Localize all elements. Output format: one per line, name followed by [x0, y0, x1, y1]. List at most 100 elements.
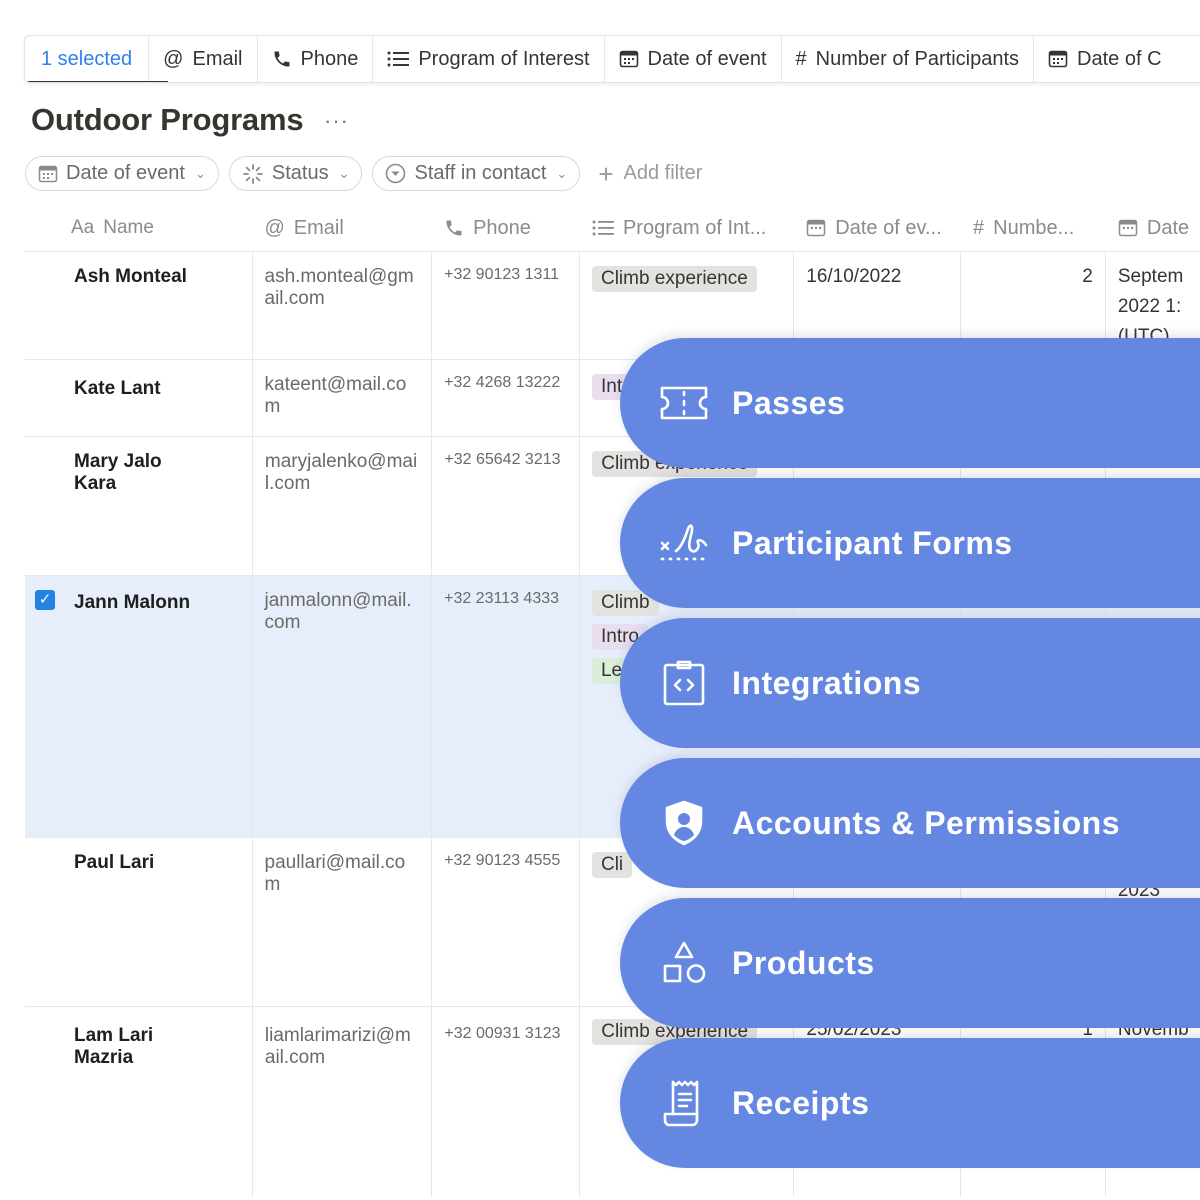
add-filter-button[interactable]: + Add filter: [598, 158, 703, 189]
chevron-down-icon: ⌄: [194, 165, 206, 181]
name-cell[interactable]: Lam Lari Mazria: [25, 1007, 253, 1197]
hash-icon: #: [795, 47, 807, 70]
column-header-email-label: Email: [293, 216, 344, 239]
staff-filter-label: Staff in contact: [414, 162, 547, 184]
feature-accounts-permissions-label: Accounts & Permissions: [732, 804, 1120, 841]
column-header-program[interactable]: Program of Int...: [580, 205, 794, 251]
column-header-phone[interactable]: Phone: [432, 205, 580, 251]
email-cell[interactable]: paullari@mail.com: [253, 838, 433, 1006]
toolbar-phone-label: Phone: [300, 47, 359, 70]
hash-icon: #: [973, 216, 985, 239]
toolbar-email-label: Email: [192, 47, 243, 70]
email-cell[interactable]: maryjalenko@mail.com: [253, 437, 433, 575]
phone-cell[interactable]: +32 90123 1311: [432, 252, 580, 359]
feature-integrations-label: Integrations: [732, 664, 922, 701]
ticket-icon: [654, 373, 714, 433]
receipt-icon: [654, 1073, 714, 1133]
phone-cell[interactable]: +32 00931 3123: [432, 1007, 581, 1197]
toolbar-program-label: Program of Interest: [418, 47, 590, 70]
column-header-email[interactable]: @ Email: [252, 205, 432, 251]
text-type-icon: Aa: [71, 217, 95, 238]
column-header-date[interactable]: Date of ev...: [794, 205, 961, 251]
toolbar-program-button[interactable]: Program of Interest: [373, 36, 605, 82]
date-filter-label: Date of event: [66, 162, 185, 184]
toolbar-phone-button[interactable]: Phone: [258, 36, 374, 82]
person-circle-icon: [386, 163, 406, 184]
toolbar-date-of-c-label: Date of C: [1077, 47, 1162, 70]
phone-icon: [272, 49, 292, 69]
column-header-name[interactable]: Aa Name: [25, 205, 252, 251]
name-cell[interactable]: Kate Lant: [25, 360, 253, 436]
name-cell-text: Jann Malonn: [74, 592, 191, 613]
feature-participant-forms-button[interactable]: Participant Forms: [620, 478, 1200, 608]
calendar-icon: [1048, 49, 1068, 69]
column-header-phone-label: Phone: [473, 216, 531, 239]
feature-products-button[interactable]: Products: [620, 898, 1200, 1028]
feature-receipts-button[interactable]: Receipts: [620, 1038, 1200, 1168]
toolbar-participants-button[interactable]: # Number of Participants: [782, 36, 1035, 82]
phone-cell[interactable]: +32 23113 4333: [432, 576, 580, 837]
status-spinner-icon: [242, 163, 263, 184]
calendar-icon: [1118, 219, 1138, 237]
calendar-icon: [619, 49, 639, 69]
name-cell[interactable]: Mary Jalo Kara: [25, 437, 253, 575]
name-cell[interactable]: ✓ Jann Malonn: [25, 576, 253, 837]
list-icon: [387, 50, 410, 68]
code-clipboard-icon: [654, 653, 714, 713]
column-header-number-label: Numbe...: [993, 216, 1075, 239]
program-tag: Cli: [591, 852, 633, 878]
column-header-date-label: Date of ev...: [835, 216, 942, 239]
column-header-number[interactable]: # Numbe...: [961, 205, 1106, 251]
table-header: Aa Name @ Email Phone Program of Int... …: [25, 205, 1200, 252]
selection-toolbar: 1 selected @ Email Phone Program of Inte…: [24, 35, 1200, 83]
phone-cell[interactable]: +32 65642 3213: [432, 437, 581, 575]
selected-count-label: 1 selected: [41, 47, 133, 70]
toolbar-email-button[interactable]: @ Email: [149, 36, 258, 82]
column-header-program-label: Program of Int...: [622, 216, 767, 239]
page-title: Outdoor Programs: [31, 102, 304, 137]
add-filter-label: Add filter: [623, 162, 703, 184]
email-cell[interactable]: kateent@mail.com: [253, 360, 433, 436]
feature-passes-button[interactable]: Passes: [620, 338, 1200, 468]
toolbar-date-of-c-button[interactable]: Date of C: [1034, 36, 1175, 82]
signature-icon: [654, 513, 714, 573]
email-cell[interactable]: ash.monteal@gmail.com: [253, 252, 433, 359]
toolbar-participants-label: Number of Participants: [815, 47, 1020, 70]
program-tag: Climb experience: [591, 266, 757, 292]
plus-icon: +: [598, 158, 614, 189]
at-icon: @: [163, 47, 184, 70]
feature-passes-label: Passes: [732, 384, 846, 421]
calendar-icon: [38, 165, 58, 182]
feature-products-label: Products: [732, 944, 875, 981]
toolbar-date-button[interactable]: Date of event: [605, 36, 782, 82]
status-filter-label: Status: [271, 162, 329, 184]
phone-cell[interactable]: +32 90123 4555: [432, 838, 580, 1006]
feature-accounts-permissions-button[interactable]: Accounts & Permissions: [620, 758, 1200, 888]
feature-receipts-label: Receipts: [732, 1084, 870, 1121]
selected-count-button[interactable]: 1 selected: [25, 36, 169, 82]
at-icon: @: [264, 216, 285, 239]
name-cell[interactable]: Paul Lari: [25, 838, 253, 1006]
more-options-icon[interactable]: ···: [324, 108, 349, 134]
status-filter-chip[interactable]: Status ⌄: [228, 156, 363, 191]
toolbar-date-label: Date of event: [647, 47, 767, 70]
column-header-date2[interactable]: Date: [1106, 205, 1200, 251]
phone-icon: [446, 220, 462, 236]
email-cell[interactable]: liamlarimarizi@mail.com: [253, 1007, 433, 1197]
staff-filter-chip[interactable]: Staff in contact ⌄: [372, 156, 581, 191]
filter-bar: Date of event ⌄ Status ⌄ Staff in contac…: [25, 156, 702, 191]
row-checkbox-checked[interactable]: ✓: [35, 590, 55, 610]
date-filter-chip[interactable]: Date of event ⌄: [25, 156, 219, 191]
phone-cell[interactable]: +32 4268 13222: [432, 360, 580, 436]
list-icon: [592, 220, 614, 236]
email-cell[interactable]: janmalonn@mail.com: [253, 576, 433, 837]
chevron-down-icon: ⌄: [338, 165, 350, 181]
name-cell[interactable]: Ash Monteal: [25, 252, 253, 359]
chevron-down-icon: ⌄: [556, 165, 568, 181]
shield-user-icon: [654, 793, 714, 853]
column-header-name-label: Name: [103, 217, 154, 238]
calendar-icon: [807, 219, 826, 237]
feature-participant-forms-label: Participant Forms: [732, 524, 1013, 561]
feature-integrations-button[interactable]: Integrations: [620, 618, 1200, 748]
column-header-date2-label: Date: [1146, 216, 1190, 239]
